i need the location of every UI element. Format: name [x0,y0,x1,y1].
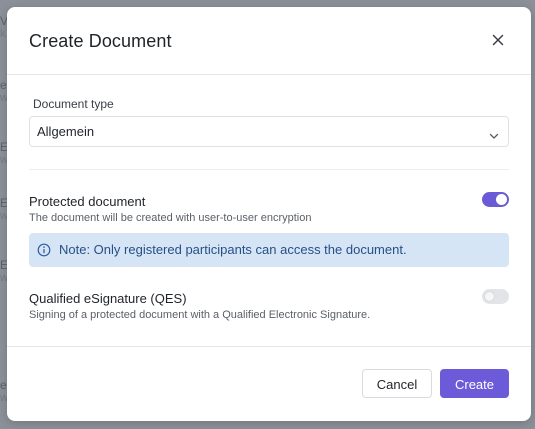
dialog-header: Create Document [7,7,531,75]
close-button[interactable] [489,31,507,49]
info-note-text: Note: Only registered participants can a… [59,242,407,257]
cancel-button[interactable]: Cancel [362,369,432,398]
create-document-dialog: Create Document Document type Allgemein … [7,7,531,421]
document-type-select[interactable]: Allgemein [29,116,509,147]
dialog-footer: Cancel Create [7,346,531,421]
background-row-subtitle: k [0,28,6,40]
info-icon [37,243,51,262]
close-icon [492,34,504,46]
chevron-down-icon [489,127,499,145]
protected-document-description: The document will be created with user-t… [29,212,312,224]
create-button[interactable]: Create [440,369,509,398]
background-row-title: e [0,78,7,92]
dialog-title: Create Document [29,31,172,51]
document-type-value: Allgemein [37,124,95,139]
protected-document-toggle[interactable] [482,192,509,207]
document-type-label: Document type [33,97,114,111]
info-note: Note: Only registered participants can a… [29,233,509,267]
qes-toggle[interactable] [482,289,509,304]
qes-description: Signing of a protected document with a Q… [29,309,371,321]
toggle-knob [496,194,507,205]
toggle-knob [484,291,495,302]
qes-title: Qualified eSignature (QES) [29,291,187,306]
protected-document-title: Protected document [29,194,146,209]
background-row-title: e [0,378,7,392]
section-divider [29,169,509,170]
